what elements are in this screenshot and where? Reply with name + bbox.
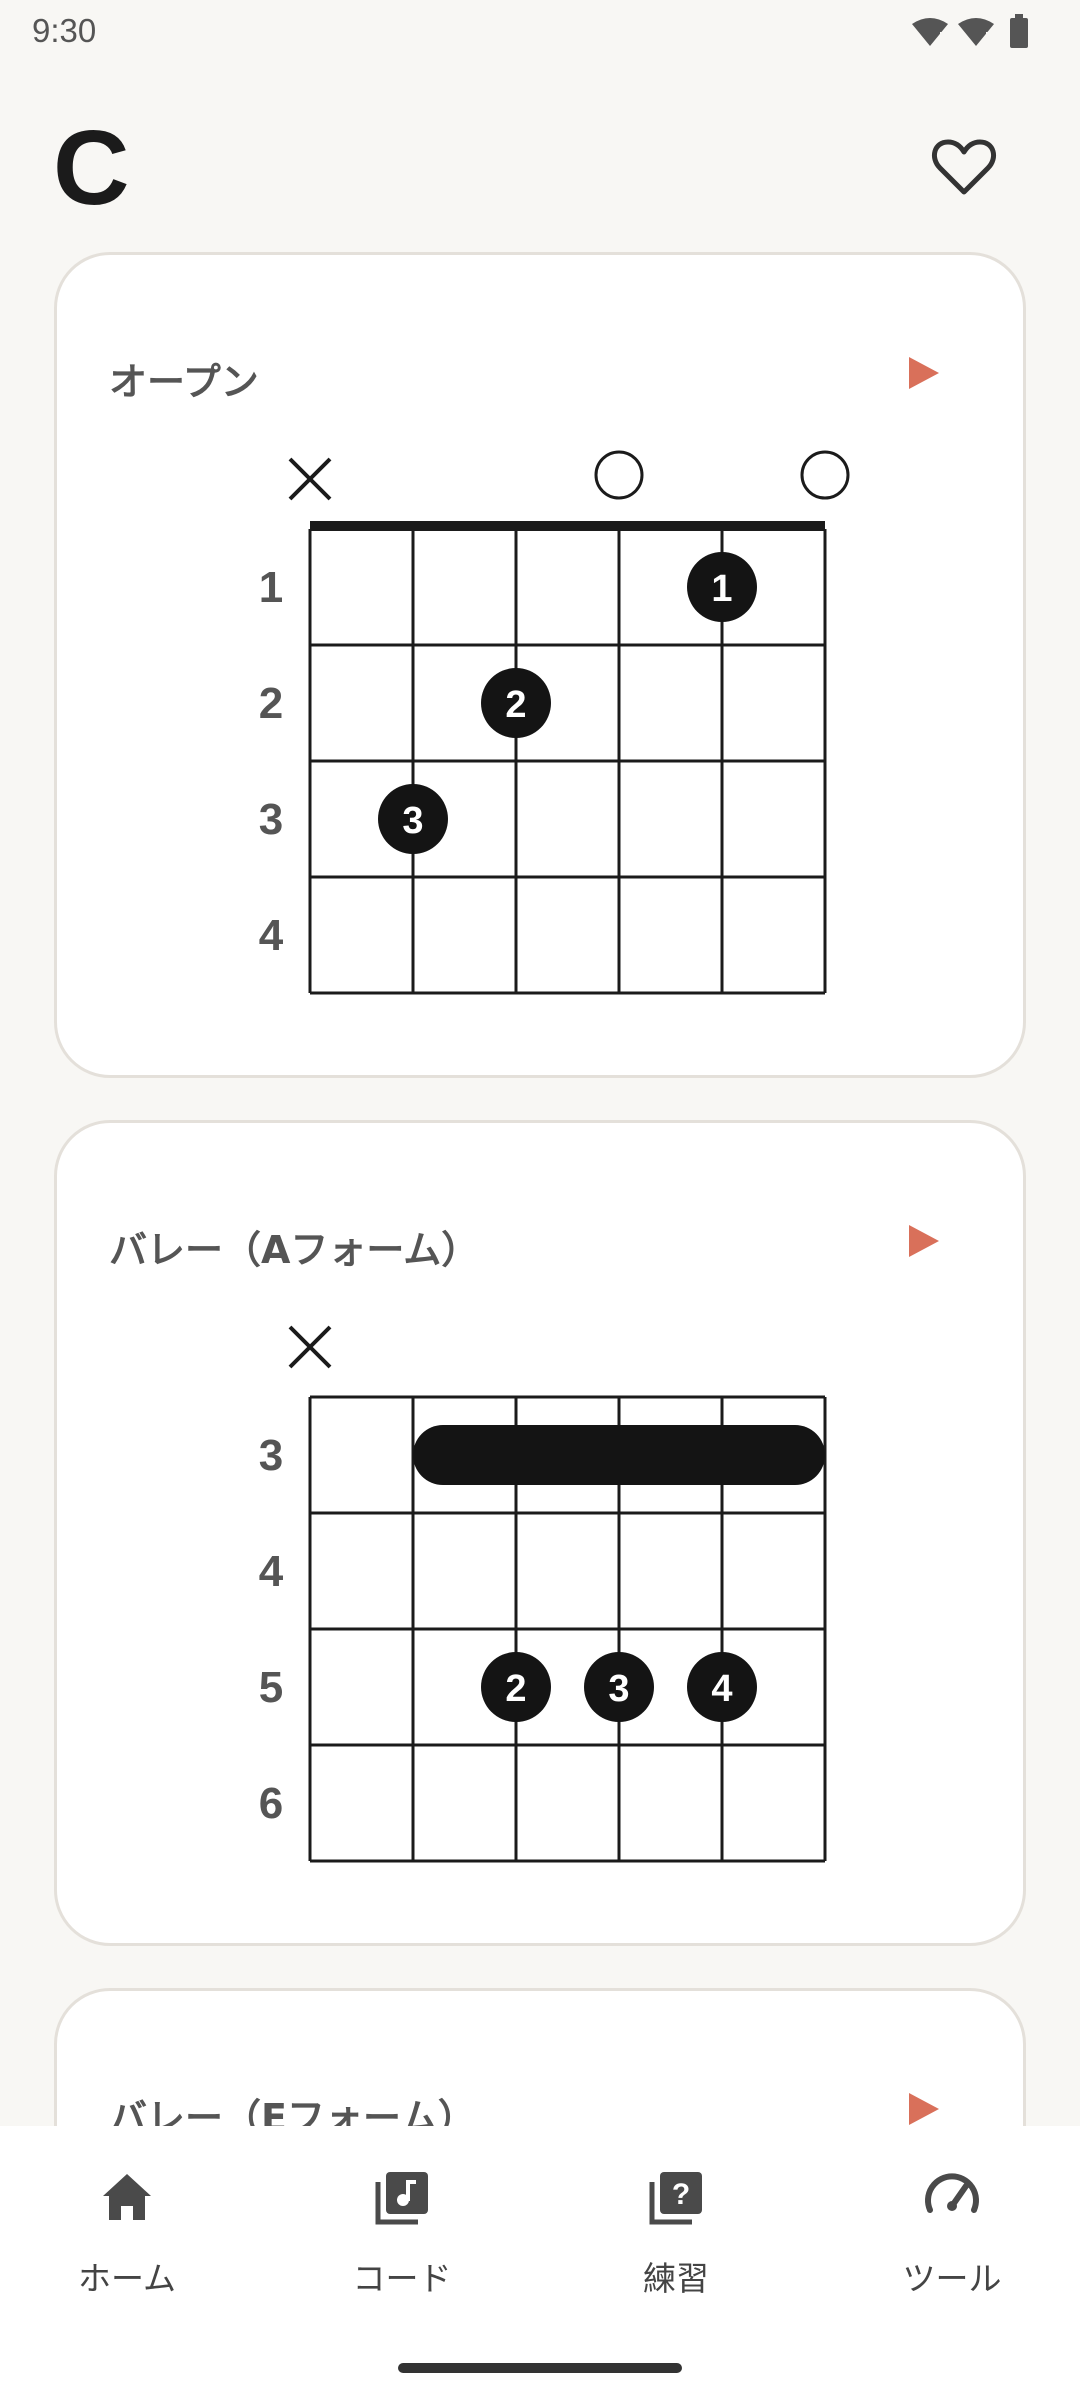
nav-label: 練習 bbox=[643, 2259, 709, 2298]
chord-card-barre-a: バレー（Aフォーム） 3456234 bbox=[54, 1120, 1026, 1946]
finger-number: 2 bbox=[505, 1668, 526, 1710]
fret-number: 4 bbox=[259, 1547, 284, 1596]
nav-label: ツール bbox=[902, 2259, 1002, 2298]
nav-label: コード bbox=[352, 2259, 452, 2298]
muted-string-icon bbox=[288, 457, 332, 501]
music-library-icon bbox=[375, 2172, 428, 2225]
open-string-icon bbox=[800, 450, 850, 500]
quiz-library-icon: ? bbox=[649, 2172, 702, 2225]
fret-number: 3 bbox=[259, 1431, 283, 1480]
finger-number: 2 bbox=[505, 684, 526, 726]
chord-diagram: 1 2 3 4 1 2 3 bbox=[259, 450, 850, 995]
muted-string-icon bbox=[288, 1325, 332, 1369]
finger-number: 3 bbox=[402, 800, 423, 842]
finger-number: 4 bbox=[711, 1668, 732, 1710]
status-time: 9:30 bbox=[32, 12, 97, 49]
barre-bar bbox=[413, 1425, 825, 1485]
nut bbox=[310, 521, 825, 531]
chord-card-open: オープン 1234123 bbox=[54, 252, 1026, 1078]
status-icons bbox=[910, 14, 1050, 50]
favorite-button[interactable] bbox=[930, 136, 998, 200]
fret-number: 4 bbox=[259, 911, 284, 960]
fret-number: 6 bbox=[259, 1779, 283, 1828]
chord-title: C bbox=[53, 109, 130, 227]
fret-number: 5 bbox=[259, 1663, 283, 1712]
fret-number: 3 bbox=[259, 795, 283, 844]
open-string-icon bbox=[594, 450, 644, 500]
signal-icon bbox=[958, 18, 994, 46]
nav-practice[interactable]: ? 練習 bbox=[576, 2166, 776, 2326]
fret-number: 1 bbox=[259, 563, 283, 612]
finger-number: 3 bbox=[608, 1668, 629, 1710]
nav-tools[interactable]: ツール bbox=[852, 2166, 1052, 2326]
home-icon bbox=[103, 2174, 151, 2220]
nav-chords[interactable]: コード bbox=[302, 2166, 502, 2326]
bottom-navigation: ホーム コード ? 練習 ツール bbox=[0, 2126, 1080, 2400]
wifi-icon bbox=[912, 18, 948, 46]
nav-home[interactable]: ホーム bbox=[27, 2166, 227, 2326]
speedometer-icon bbox=[925, 2173, 979, 2213]
chord-diagram: 3 4 5 6 2 3 4 bbox=[259, 1325, 827, 1863]
finger-number: 1 bbox=[711, 568, 732, 610]
home-indicator[interactable] bbox=[398, 2363, 682, 2373]
nav-label: ホーム bbox=[77, 2259, 176, 2298]
status-bar: 9:30 bbox=[0, 0, 1080, 64]
svg-text:?: ? bbox=[672, 2178, 690, 2211]
heart-icon bbox=[931, 139, 997, 195]
fret-number: 2 bbox=[259, 679, 283, 728]
battery-icon bbox=[1010, 14, 1028, 48]
